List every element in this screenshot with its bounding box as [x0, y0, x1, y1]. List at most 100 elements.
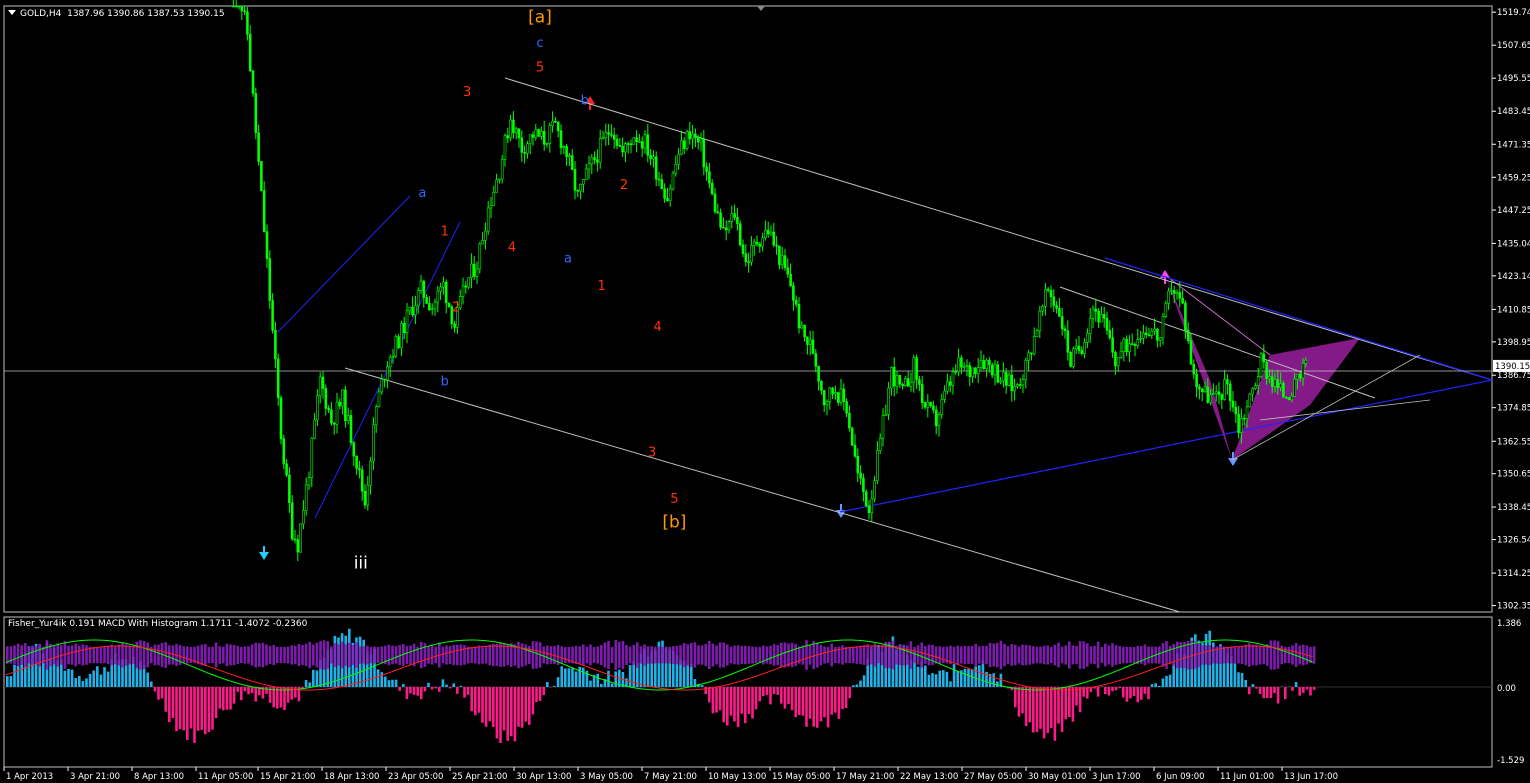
candle-body: [598, 138, 602, 163]
candle-body: [755, 241, 759, 245]
fisher-bar: [895, 645, 898, 665]
candle-body: [573, 169, 577, 191]
symbol-label: GOLD,H4: [20, 9, 62, 19]
candle-body: [559, 130, 563, 149]
histogram-bar: [445, 684, 448, 687]
fisher-bar: [862, 645, 866, 665]
histogram-bar: [1161, 678, 1165, 687]
candle-body: [730, 213, 734, 222]
candle-body: [565, 146, 568, 157]
histogram-bar: [812, 687, 815, 727]
candle-body: [1030, 352, 1033, 355]
histogram-bar: [1107, 687, 1111, 696]
candle-body: [246, 11, 249, 35]
fisher-bar: [139, 640, 142, 670]
candle-body: [716, 211, 720, 214]
histogram-bar: [189, 687, 193, 729]
histogram-bar: [787, 687, 790, 704]
histogram-bar: [819, 687, 823, 722]
candle-body: [901, 383, 904, 386]
candle-body: [1268, 376, 1271, 379]
candle-body: [514, 128, 518, 134]
fisher-bar: [1028, 645, 1031, 665]
candle-body: [668, 188, 672, 202]
histogram-bar: [726, 687, 729, 726]
histogram-bar: [492, 687, 495, 728]
candle-body: [702, 138, 706, 168]
indicator-title: Fisher_Yur4ik 0.191 MACD With Histogram …: [8, 619, 308, 629]
price-tick-label: 1398.95: [1497, 338, 1530, 348]
fisher-bar: [488, 644, 491, 666]
fisher-bar: [866, 644, 869, 666]
fisher-bar: [1114, 645, 1118, 665]
histogram-bar: [1154, 683, 1157, 687]
histogram-bar: [600, 683, 603, 687]
fisher-bar: [582, 644, 585, 666]
fisher-bar: [308, 641, 311, 669]
histogram-bar: [157, 687, 160, 700]
candle-body: [509, 119, 512, 139]
candle-body: [738, 223, 742, 246]
histogram-bar: [783, 687, 787, 709]
fisher-bar: [596, 646, 599, 664]
fisher-bar: [963, 645, 967, 665]
price-tick-label: 1326.54: [1497, 536, 1530, 546]
fisher-bar: [1132, 646, 1136, 664]
candle-body: [766, 229, 770, 235]
fisher-bar: [92, 646, 95, 664]
candle-body: [556, 121, 560, 131]
candle-body: [1077, 345, 1081, 351]
fisher-bar: [85, 645, 88, 665]
candle-body: [369, 460, 372, 486]
fisher-bar: [268, 645, 272, 665]
candle-body: [397, 336, 400, 349]
candle-body: [1147, 334, 1151, 337]
candle-body: [1021, 379, 1025, 386]
fisher-bar: [348, 642, 351, 668]
candle-body: [775, 244, 778, 247]
candle-body: [1167, 290, 1170, 304]
candle-body: [554, 120, 557, 123]
candle-body: [923, 402, 927, 408]
histogram-bar: [1136, 687, 1139, 703]
histogram-bar: [1269, 687, 1273, 699]
candle-body: [316, 395, 319, 421]
fisher-bar: [535, 641, 538, 669]
candle-body: [1046, 288, 1050, 291]
candle-body: [1156, 328, 1159, 341]
candle-body: [470, 263, 473, 279]
histogram-bar: [967, 668, 970, 687]
candle-body: [1060, 316, 1064, 330]
up-arrow-icon: [259, 546, 269, 560]
candle-body: [632, 137, 636, 145]
fisher-bar: [830, 643, 833, 667]
candle-body: [895, 374, 899, 387]
price-tick-label: 1471.35: [1497, 140, 1530, 150]
candle-body: [352, 442, 356, 457]
histogram-bar: [1060, 687, 1064, 732]
fisher-bar: [704, 643, 707, 667]
fisher-bar: [1287, 646, 1291, 664]
candle-body: [1032, 336, 1036, 355]
candle-body: [1189, 340, 1193, 365]
fisher-bar: [304, 643, 308, 667]
histogram-bar: [794, 687, 797, 718]
histogram-bar: [387, 680, 391, 687]
dropdown-triangle-icon[interactable]: [8, 10, 16, 15]
histogram-bar: [1165, 675, 1168, 687]
wave-label: 5: [536, 61, 544, 76]
histogram-bar: [438, 687, 441, 692]
candle-body: [358, 467, 361, 471]
macd-indicator: 1.386 0.00 -1.529: [4, 619, 1524, 766]
candle-body: [601, 137, 605, 139]
histogram-bar: [135, 667, 139, 687]
candle-body: [803, 324, 806, 338]
fisher-bar: [1176, 641, 1179, 669]
candle-body: [708, 171, 711, 184]
candle-body: [990, 364, 994, 376]
histogram-bar: [790, 687, 794, 711]
fisher-bar: [45, 640, 49, 670]
wave-label: 2: [620, 178, 628, 193]
candle-body: [638, 141, 641, 143]
candle-body: [825, 401, 829, 406]
